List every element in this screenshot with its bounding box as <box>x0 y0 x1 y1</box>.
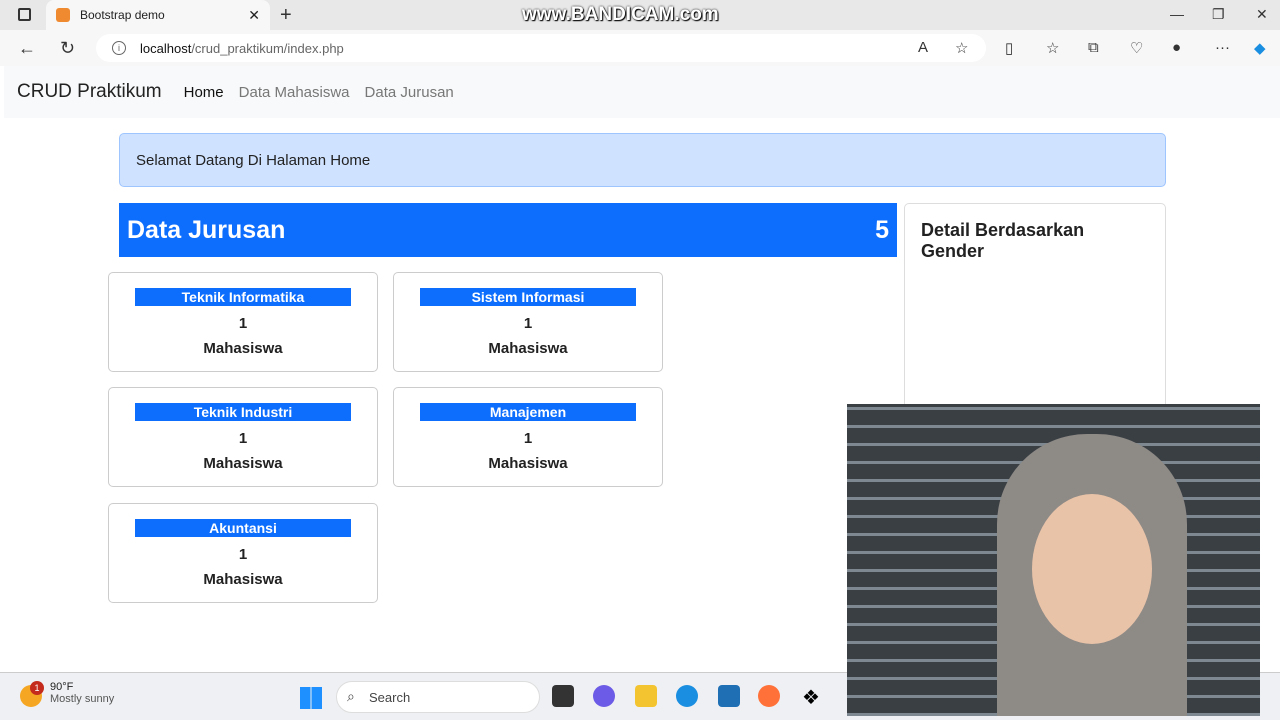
jurusan-name: Teknik Informatika <box>135 288 351 306</box>
data-jurusan-header: Data Jurusan 5 <box>119 203 897 257</box>
search-icon: ⌕ <box>347 688 355 704</box>
temperature: 90°F <box>50 681 74 693</box>
jurusan-unit: Mahasiswa <box>203 571 283 588</box>
teams-chat-icon[interactable] <box>593 685 615 707</box>
webcam-overlay <box>847 404 1260 716</box>
nav-link-data-mahasiswa[interactable]: Data Mahasiswa <box>239 84 350 101</box>
nav-link-data-jurusan[interactable]: Data Jurusan <box>365 84 454 101</box>
url-input[interactable]: i localhost/crud_praktikum/index.php <box>96 34 986 62</box>
nav-link-home[interactable]: Home <box>184 84 224 101</box>
edge-browser-icon[interactable] <box>676 685 698 707</box>
restore-button[interactable]: ❐ <box>1212 6 1225 23</box>
bandicam-watermark: www.BANDICAM.com <box>522 4 719 25</box>
address-bar-row: ← ↻ i localhost/crud_praktikum/index.php… <box>0 30 1280 66</box>
extensions-icon[interactable]: ♡ <box>1130 39 1143 57</box>
jurusan-card: Teknik Industri 1 Mahasiswa <box>108 387 378 487</box>
notification-badge: 1 <box>30 681 44 695</box>
tab-title: Bootstrap demo <box>80 8 165 22</box>
data-jurusan-title: Data Jurusan <box>127 215 286 244</box>
jurusan-card: Akuntansi 1 Mahasiswa <box>108 503 378 603</box>
split-screen-icon[interactable]: ▯ <box>1005 39 1013 57</box>
jurusan-student-count: 1 <box>238 430 248 447</box>
jurusan-student-count: 1 <box>523 315 533 332</box>
copilot-icon[interactable]: ◆ <box>1254 39 1266 57</box>
xampp-favicon-icon <box>56 8 70 22</box>
profile-avatar-icon[interactable]: ● <box>1172 39 1181 56</box>
refresh-icon[interactable]: ↻ <box>60 38 75 59</box>
url-host: localhost <box>140 40 192 56</box>
jurusan-name: Manajemen <box>420 403 636 421</box>
favorites-icon[interactable]: ☆ <box>1046 39 1059 57</box>
weather-widget[interactable]: 1 90°F Mostly sunny <box>20 681 115 707</box>
browser-tab-bar: Bootstrap demo ✕ + www.BANDICAM.com — ❐ … <box>0 0 1280 30</box>
read-aloud-icon[interactable]: A <box>918 39 928 56</box>
windows-start-icon[interactable] <box>300 687 322 709</box>
jurusan-card: Teknik Informatika 1 Mahasiswa <box>108 272 378 372</box>
jurusan-count: 5 <box>875 215 889 244</box>
back-icon[interactable]: ← <box>18 38 36 59</box>
weather-sun-icon: 1 <box>20 681 44 707</box>
jurusan-student-count: 1 <box>238 546 248 563</box>
more-menu-icon[interactable]: ··· <box>1215 39 1230 56</box>
webcam-person-face <box>1032 494 1152 644</box>
gender-detail-title: Detail Berdasarkan Gender <box>921 220 1085 261</box>
new-tab-button[interactable]: + <box>280 4 292 27</box>
search-label: Search <box>369 690 411 705</box>
welcome-alert: Selamat Datang Di Halaman Home <box>119 133 1166 187</box>
dropbox-icon[interactable]: ❖ <box>800 685 822 709</box>
jurusan-unit: Mahasiswa <box>488 455 568 472</box>
taskbar-search[interactable]: ⌕ Search <box>336 681 540 713</box>
microsoft-store-icon[interactable] <box>718 685 740 707</box>
jurusan-unit: Mahasiswa <box>203 340 283 357</box>
sidebar-tabs-icon[interactable] <box>18 8 31 21</box>
info-icon[interactable]: i <box>112 41 126 55</box>
jurusan-unit: Mahasiswa <box>488 340 568 357</box>
jurusan-card: Sistem Informasi 1 Mahasiswa <box>393 272 663 372</box>
task-view-icon[interactable] <box>552 685 574 707</box>
minimize-button[interactable]: — <box>1170 6 1184 22</box>
favorite-star-icon[interactable]: ☆ <box>955 39 968 57</box>
url-path: /crud_praktikum/index.php <box>191 40 344 56</box>
file-explorer-icon[interactable] <box>635 685 657 707</box>
navbar-brand[interactable]: CRUD Praktikum <box>17 81 162 103</box>
close-tab-icon[interactable]: ✕ <box>248 7 260 24</box>
firefox-icon[interactable] <box>758 685 780 707</box>
jurusan-name: Sistem Informasi <box>420 288 636 306</box>
jurusan-student-count: 1 <box>523 430 533 447</box>
jurusan-unit: Mahasiswa <box>203 455 283 472</box>
browser-tab[interactable]: Bootstrap demo ✕ <box>46 0 270 30</box>
jurusan-student-count: 1 <box>238 315 248 332</box>
collections-icon[interactable]: ⧉ <box>1088 39 1099 56</box>
weather-condition: Mostly sunny <box>50 693 115 705</box>
close-window-button[interactable]: ✕ <box>1256 6 1268 23</box>
jurusan-card: Manajemen 1 Mahasiswa <box>393 387 663 487</box>
jurusan-name: Teknik Industri <box>135 403 351 421</box>
jurusan-name: Akuntansi <box>135 519 351 537</box>
navbar: CRUD Praktikum Home Data Mahasiswa Data … <box>4 66 1280 118</box>
